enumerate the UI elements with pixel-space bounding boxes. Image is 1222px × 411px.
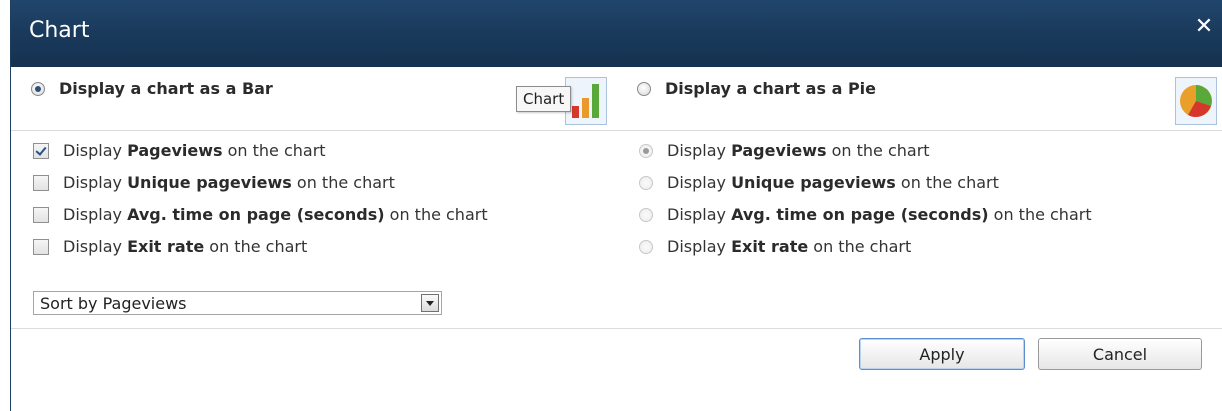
pie-chart-option[interactable]: Display a chart as a Pie (637, 79, 876, 98)
close-icon[interactable]: ✕ (1193, 16, 1215, 38)
sort-dropdown[interactable]: Sort by Pageviews (33, 291, 442, 315)
bar-metric-option[interactable]: Display Exit rate on the chart (33, 237, 307, 256)
dialog-title-bar: Chart ✕ (11, 0, 1222, 67)
pie-metric-option[interactable]: Display Exit rate on the chart (639, 237, 911, 256)
pie-chart-icon[interactable] (1175, 77, 1217, 125)
pie-chart-radio[interactable] (637, 81, 651, 96)
metric-label-suffix: on the chart (895, 173, 999, 192)
metric-checkbox[interactable] (33, 238, 49, 255)
metric-name: Pageviews (127, 141, 223, 160)
chevron-down-icon[interactable] (421, 294, 439, 312)
chart-type-row: Display a chart as a Bar Chart Display a… (11, 67, 1222, 131)
metric-label-suffix: on the chart (808, 237, 912, 256)
metric-label-suffix: on the chart (204, 237, 308, 256)
pie-metric-option[interactable]: Display Unique pageviews on the chart (639, 173, 999, 192)
metric-radio[interactable] (639, 143, 653, 158)
metric-name: Unique pageviews (731, 173, 896, 192)
metric-name: Avg. time on page (seconds) (127, 205, 385, 224)
metric-name: Pageviews (731, 141, 827, 160)
sort-dropdown-value: Sort by Pageviews (40, 293, 187, 313)
cancel-button[interactable]: Cancel (1038, 338, 1202, 370)
metric-label-prefix: Display (63, 141, 128, 160)
bar-chart-icon[interactable] (565, 77, 607, 125)
metric-label-suffix: on the chart (291, 173, 395, 192)
pie-metric-option[interactable]: Display Avg. time on page (seconds) on t… (639, 205, 1092, 224)
bar-chart-radio[interactable] (31, 81, 45, 96)
metric-label-prefix: Display (63, 205, 128, 224)
metric-checkbox[interactable] (33, 174, 49, 191)
metric-name: Exit rate (127, 237, 205, 256)
metric-checkbox[interactable] (33, 206, 49, 223)
metric-radio[interactable] (639, 207, 653, 222)
pie-chart-label: Display a chart as a Pie (665, 79, 876, 98)
metric-name: Unique pageviews (127, 173, 292, 192)
apply-button[interactable]: Apply (859, 338, 1025, 370)
metric-checkbox[interactable] (33, 142, 49, 159)
metric-label-prefix: Display (63, 173, 128, 192)
bar-chart-label: Display a chart as a Bar (59, 79, 273, 98)
metric-radio[interactable] (639, 239, 653, 254)
metric-label-prefix: Display (667, 205, 732, 224)
footer-divider (11, 328, 1222, 329)
metric-label-prefix: Display (667, 237, 732, 256)
dialog-title: Chart (29, 18, 90, 43)
metric-name: Exit rate (731, 237, 809, 256)
bar-metric-option[interactable]: Display Avg. time on page (seconds) on t… (33, 205, 488, 224)
bar-metric-option[interactable]: Display Unique pageviews on the chart (33, 173, 395, 192)
pie-metric-option[interactable]: Display Pageviews on the chart (639, 141, 930, 160)
metric-label-prefix: Display (667, 173, 732, 192)
bar-chart-option[interactable]: Display a chart as a Bar (31, 79, 273, 98)
metric-label-suffix: on the chart (384, 205, 488, 224)
metric-label-suffix: on the chart (826, 141, 930, 160)
bar-metric-option[interactable]: Display Pageviews on the chart (33, 141, 326, 160)
chart-dialog: Chart ✕ Display a chart as a Bar Chart D… (10, 0, 1222, 411)
metric-label-suffix: on the chart (222, 141, 326, 160)
metric-label-prefix: Display (63, 237, 128, 256)
metric-label-prefix: Display (667, 141, 732, 160)
chart-tooltip: Chart (516, 86, 572, 112)
metric-label-suffix: on the chart (988, 205, 1092, 224)
metric-name: Avg. time on page (seconds) (731, 205, 989, 224)
metric-radio[interactable] (639, 175, 653, 190)
